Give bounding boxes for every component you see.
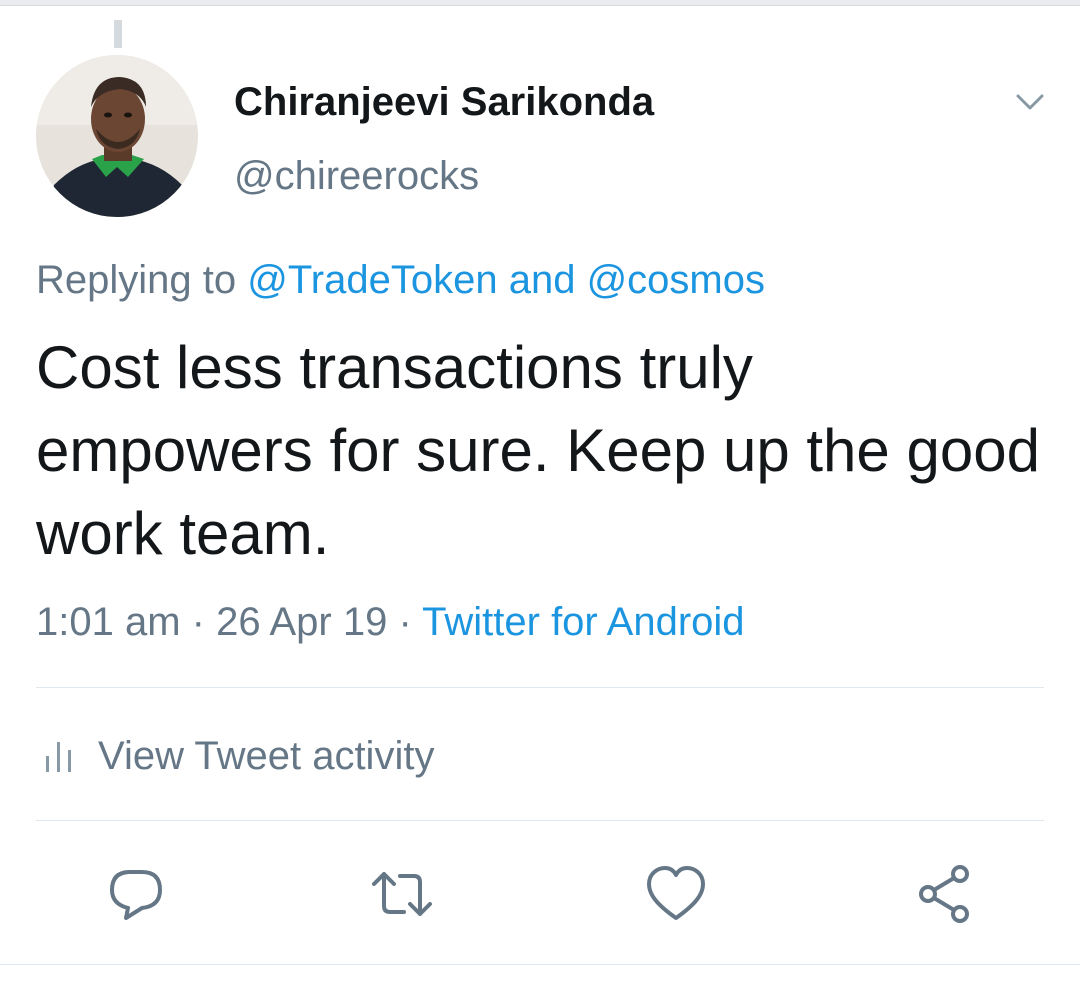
retweet-icon <box>372 872 432 916</box>
tweet-source-link[interactable]: Twitter for Android <box>422 600 744 644</box>
reply-icon <box>110 870 162 920</box>
chevron-down-icon[interactable] <box>1010 82 1050 122</box>
thread-connector-line <box>114 20 122 48</box>
tweet-text: Cost less transactions truly empowers fo… <box>36 334 1040 567</box>
top-separator <box>0 0 1080 6</box>
replying-joiner[interactable]: and <box>498 258 587 302</box>
view-tweet-activity-label: View Tweet activity <box>98 734 435 778</box>
tweet-date: 26 Apr 19 <box>216 600 388 644</box>
tweet-time: 1:01 am <box>36 600 181 644</box>
share-icon <box>919 865 969 923</box>
retweet-button[interactable] <box>370 862 434 926</box>
tweet-meta: 1:01 am · 26 Apr 19 · Twitter for Androi… <box>36 597 745 647</box>
author-display-name[interactable]: Chiranjeevi Sarikonda <box>234 78 654 126</box>
divider <box>36 687 1044 688</box>
bottom-separator <box>0 964 1080 990</box>
avatar[interactable] <box>36 55 198 217</box>
replying-to-line: Replying to @TradeToken and @cosmos <box>36 255 765 305</box>
reply-button[interactable] <box>104 862 168 926</box>
meta-separator: · <box>387 600 423 644</box>
mention-link-cosmos[interactable]: @cosmos <box>587 258 765 302</box>
like-button[interactable] <box>644 862 708 926</box>
mention-link-tradetoken[interactable]: @TradeToken <box>247 258 497 302</box>
author-handle[interactable]: @chireerocks <box>234 152 479 200</box>
bar-chart-icon <box>46 742 71 772</box>
share-button[interactable] <box>914 862 978 926</box>
replying-prefix: Replying to <box>36 258 248 302</box>
view-tweet-activity-button[interactable]: View Tweet activity <box>36 730 434 782</box>
divider <box>36 820 1044 821</box>
heart-icon <box>647 866 705 920</box>
meta-separator: · <box>180 600 217 644</box>
